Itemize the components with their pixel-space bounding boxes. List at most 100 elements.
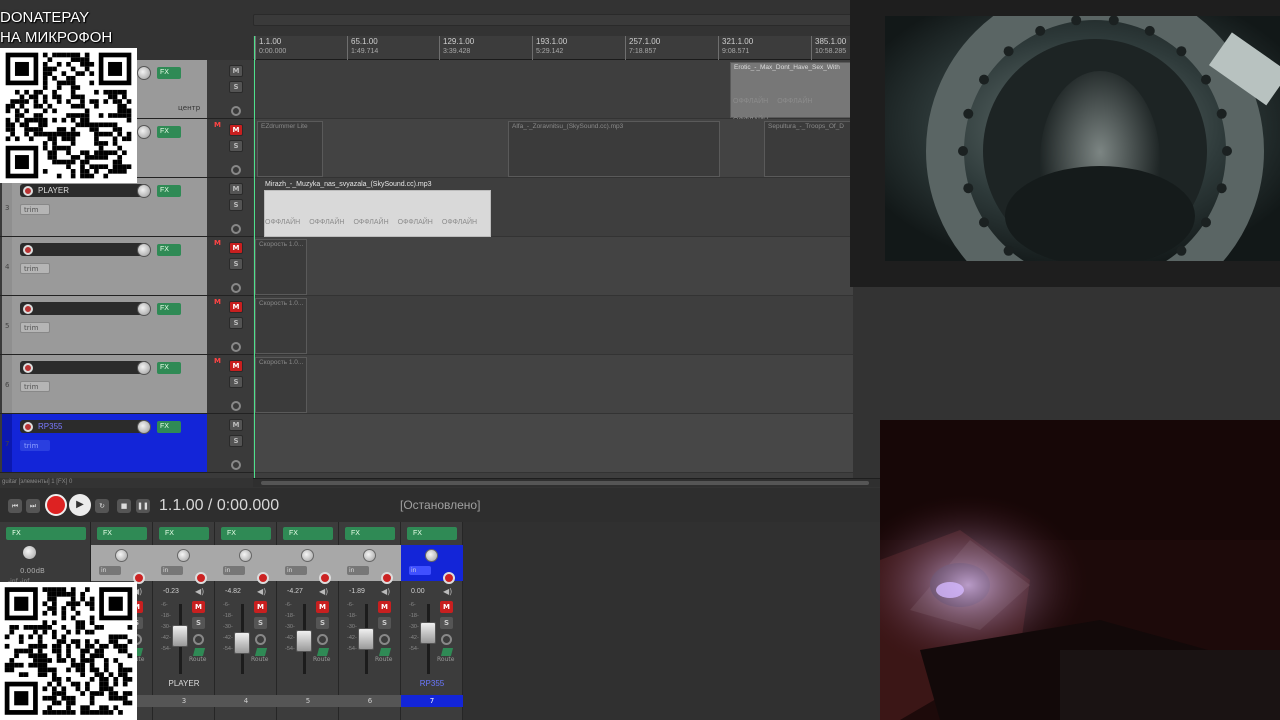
input-selector[interactable]: in — [409, 566, 431, 575]
strip-fx-button[interactable]: FX — [97, 527, 147, 540]
volume-knob[interactable] — [137, 184, 151, 198]
mute-button[interactable]: M — [229, 360, 243, 372]
phase-icon[interactable] — [231, 342, 241, 352]
mute-button[interactable]: M — [229, 65, 243, 77]
go-to-end-button[interactable]: ⏭ — [26, 499, 40, 513]
input-selector[interactable]: in — [347, 566, 369, 575]
master-pan-knob[interactable] — [23, 546, 36, 559]
track-header[interactable]: 4 trim FX M M S — [0, 237, 253, 296]
track-lane[interactable]: EZdrummer Lite Alfa_-_Zoravnitsu_(SkySou… — [253, 119, 853, 178]
volume-knob[interactable] — [137, 420, 151, 434]
solo-button[interactable]: S — [229, 317, 243, 329]
volume-knob[interactable] — [137, 302, 151, 316]
track-lane[interactable] — [253, 414, 853, 473]
scrollbar-thumb[interactable] — [261, 481, 869, 485]
route-button[interactable]: Route — [437, 648, 457, 663]
mixer-strip[interactable]: FX in -4.82 ◀) -6- -18- -30- -42- -54- M S R… — [215, 522, 277, 720]
solo-button[interactable]: S — [254, 617, 267, 629]
track-name-field[interactable]: RP355 — [20, 420, 148, 433]
phase-icon[interactable] — [255, 634, 266, 645]
input-selector[interactable]: in — [99, 566, 121, 575]
strip-fx-button[interactable]: FX — [407, 527, 457, 540]
phase-icon[interactable] — [193, 634, 204, 645]
go-to-start-button[interactable]: ⏮ — [8, 499, 22, 513]
track-name-field[interactable]: PLAYER — [20, 184, 148, 197]
input-selector[interactable]: in — [223, 566, 245, 575]
phase-icon[interactable] — [317, 634, 328, 645]
volume-knob[interactable] — [137, 125, 151, 139]
mute-button[interactable]: M — [254, 601, 267, 613]
route-button[interactable]: Route — [189, 648, 209, 663]
track-name-field[interactable] — [20, 302, 148, 315]
route-button[interactable]: Route — [313, 648, 333, 663]
track-name-field[interactable] — [20, 243, 148, 256]
media-item[interactable]: Erotic_-_Max_Dont_Have_Sex_With ОФФЛАЙН О… — [730, 62, 853, 124]
record-arm-button[interactable] — [23, 186, 33, 196]
mute-button[interactable]: M — [229, 419, 243, 431]
fx-button[interactable]: FX — [157, 67, 181, 79]
solo-button[interactable]: S — [229, 376, 243, 388]
track-lane[interactable]: Mirazh_-_Muzyka_nas_svyazala_(SkySound.c… — [253, 178, 853, 237]
route-button[interactable]: Route — [375, 648, 395, 663]
volume-fader[interactable] — [234, 632, 250, 654]
fx-button[interactable]: FX — [157, 126, 181, 138]
volume-fader[interactable] — [172, 625, 188, 647]
record-button[interactable] — [45, 494, 67, 516]
trim-envelope-button[interactable]: trim — [20, 381, 50, 392]
mute-button[interactable]: M — [440, 601, 453, 613]
media-item[interactable]: Sepultura_-_Troops_Of_D — [764, 121, 853, 177]
solo-button[interactable]: S — [229, 435, 243, 447]
mute-button[interactable]: M — [316, 601, 329, 613]
volume-knob[interactable] — [137, 66, 151, 80]
track-lane[interactable]: Скорость 1.0... — [253, 237, 853, 296]
volume-fader[interactable] — [420, 622, 436, 644]
track-header[interactable]: 5 trim FX M M S — [0, 296, 253, 355]
media-item[interactable]: EZdrummer Lite — [257, 121, 323, 177]
pan-knob[interactable] — [425, 549, 438, 562]
trim-envelope-button[interactable]: trim — [20, 204, 50, 215]
mute-button[interactable]: M — [192, 601, 205, 613]
track-lane[interactable]: Erotic_-_Max_Dont_Have_Sex_With ОФФЛАЙН О… — [253, 60, 853, 124]
record-arm-button[interactable] — [381, 572, 393, 584]
record-arm-button[interactable] — [23, 245, 33, 255]
master-fx-button[interactable]: FX — [6, 527, 86, 540]
solo-button[interactable]: S — [229, 140, 243, 152]
record-arm-button[interactable] — [257, 572, 269, 584]
track-name-field[interactable] — [20, 361, 148, 374]
stop-button[interactable]: ■ — [117, 499, 131, 513]
volume-knob[interactable] — [137, 361, 151, 375]
record-arm-button[interactable] — [443, 572, 455, 584]
mute-button[interactable]: M — [229, 124, 243, 136]
pause-button[interactable]: ❚❚ — [136, 499, 150, 513]
strip-fx-button[interactable]: FX — [221, 527, 271, 540]
phase-icon[interactable] — [379, 634, 390, 645]
phase-icon[interactable] — [231, 283, 241, 293]
pan-knob[interactable] — [177, 549, 190, 562]
media-item[interactable]: Alfa_-_Zoravnitsu_(SkySound.cc).mp3 — [508, 121, 720, 177]
mute-button[interactable]: M — [229, 301, 243, 313]
fx-button[interactable]: FX — [157, 244, 181, 256]
strip-fx-button[interactable]: FX — [345, 527, 395, 540]
pan-knob[interactable] — [363, 549, 376, 562]
media-item[interactable]: Скорость 1.0... — [255, 357, 307, 413]
timeline-scrollbar[interactable] — [253, 14, 853, 26]
phase-icon[interactable] — [231, 224, 241, 234]
record-arm-button[interactable] — [23, 304, 33, 314]
solo-button[interactable]: S — [316, 617, 329, 629]
solo-button[interactable]: S — [378, 617, 391, 629]
solo-button[interactable]: S — [229, 81, 243, 93]
phase-icon[interactable] — [231, 401, 241, 411]
repeat-button[interactable]: ↻ — [95, 499, 109, 513]
pan-knob[interactable] — [115, 549, 128, 562]
mixer-strip[interactable]: FX in -0.23 ◀) -6- -18- -30- -42- -54- M S R… — [153, 522, 215, 720]
mixer-strip[interactable]: FX in 0.00 ◀) -6- -18- -30- -42- -54- M S Ro… — [401, 522, 463, 720]
input-selector[interactable]: in — [285, 566, 307, 575]
mute-button[interactable]: M — [378, 601, 391, 613]
record-arm-button[interactable] — [23, 363, 33, 373]
track-header[interactable]: 3 PLAYER trim FX M S — [0, 178, 253, 237]
strip-fx-button[interactable]: FX — [159, 527, 209, 540]
volume-knob[interactable] — [137, 243, 151, 257]
mixer-strip[interactable]: FX in -4.27 ◀) -6- -18- -30- -42- -54- M S R… — [277, 522, 339, 720]
volume-fader[interactable] — [296, 630, 312, 652]
solo-button[interactable]: S — [440, 617, 453, 629]
